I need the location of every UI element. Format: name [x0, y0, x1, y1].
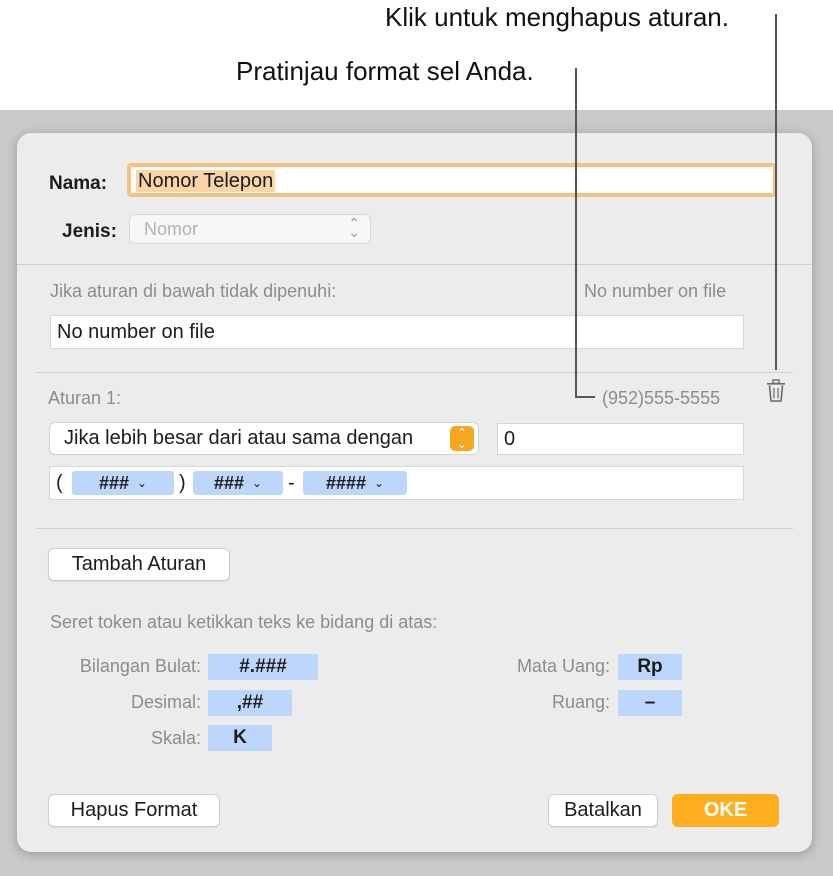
type-label: Jenis: — [62, 221, 117, 242]
name-label: Nama: — [49, 173, 108, 194]
chevron-up-down-icon: ⌃ ⌄ — [348, 215, 360, 240]
scale-label: Skala: — [150, 728, 201, 748]
integer-label: Bilangan Bulat: — [79, 656, 201, 676]
chevron-down-icon: ⌄ — [136, 476, 148, 490]
fallback-label: Jika aturan di bawah tidak dipenuhi: — [50, 281, 337, 301]
format-token-label: ### — [213, 473, 244, 493]
clear-format-button[interactable]: Hapus Format — [48, 794, 220, 827]
name-input-value: Nomor Telepon — [136, 170, 276, 192]
divider — [36, 372, 793, 373]
rule-label: Aturan 1: — [48, 388, 122, 408]
currency-token[interactable]: Rp — [618, 654, 682, 680]
decimal-token[interactable]: ,## — [208, 690, 292, 716]
trash-icon[interactable] — [765, 379, 787, 403]
chevron-up-down-icon: ⌃ ⌄ — [450, 426, 474, 451]
callout-leader-line — [775, 14, 777, 370]
ok-button[interactable]: OKE — [672, 794, 779, 827]
add-rule-button[interactable]: Tambah Aturan — [48, 548, 230, 581]
decimal-label: Desimal: — [130, 692, 201, 712]
rule-preview: (952)555-5555 — [602, 388, 721, 408]
format-token[interactable]: ### ⌄ — [193, 471, 283, 495]
divider — [17, 264, 812, 265]
type-select-value: Nomor — [144, 219, 199, 239]
type-select: Nomor ⌃ ⌄ — [129, 214, 371, 244]
callout-preview: Pratinjau format sel Anda. — [236, 56, 534, 86]
format-literal-open-paren: ( — [56, 472, 63, 494]
callout-leader-line — [575, 68, 577, 397]
custom-format-dialog: Nama: Nomor Telepon Jenis: Nomor ⌃ ⌄ Jika… — [17, 133, 812, 852]
format-token-label: ### — [98, 473, 129, 493]
format-literal-close-paren: ) — [179, 472, 186, 494]
tokens-hint: Seret token atau ketikkan teks ke bidang… — [50, 612, 438, 632]
divider — [36, 528, 793, 529]
fallback-preview: No number on file — [584, 281, 727, 301]
callout-leader-line — [575, 396, 595, 398]
integer-token[interactable]: #.### — [208, 654, 318, 680]
space-token[interactable]: – — [618, 690, 682, 716]
rule-threshold-field[interactable]: 0 — [497, 423, 744, 455]
format-literal-dash: - — [288, 472, 295, 494]
chevron-down-icon: ⌄ — [373, 476, 385, 490]
rule-format-field[interactable]: ( ### ⌄ ) ### ⌄ - #### ⌄ — [49, 466, 744, 500]
rule-condition-value: Jika lebih besar dari atau sama dengan — [64, 427, 414, 449]
currency-label: Mata Uang: — [516, 656, 610, 676]
name-input[interactable]: Nomor Telepon — [127, 163, 777, 197]
rule-condition-select[interactable]: Jika lebih besar dari atau sama dengan ⌃… — [49, 422, 479, 455]
callout-delete-rule: Klik untuk menghapus aturan. — [385, 2, 729, 32]
format-token-label: #### — [325, 473, 366, 493]
format-token[interactable]: #### ⌄ — [303, 471, 407, 495]
format-token[interactable]: ### ⌄ — [72, 471, 174, 495]
chevron-down-icon: ⌄ — [251, 476, 263, 490]
scale-token[interactable]: K — [208, 725, 272, 751]
space-label: Ruang: — [551, 692, 610, 712]
cancel-button[interactable]: Batalkan — [548, 794, 658, 827]
fallback-text-field[interactable]: No number on file — [50, 315, 744, 349]
